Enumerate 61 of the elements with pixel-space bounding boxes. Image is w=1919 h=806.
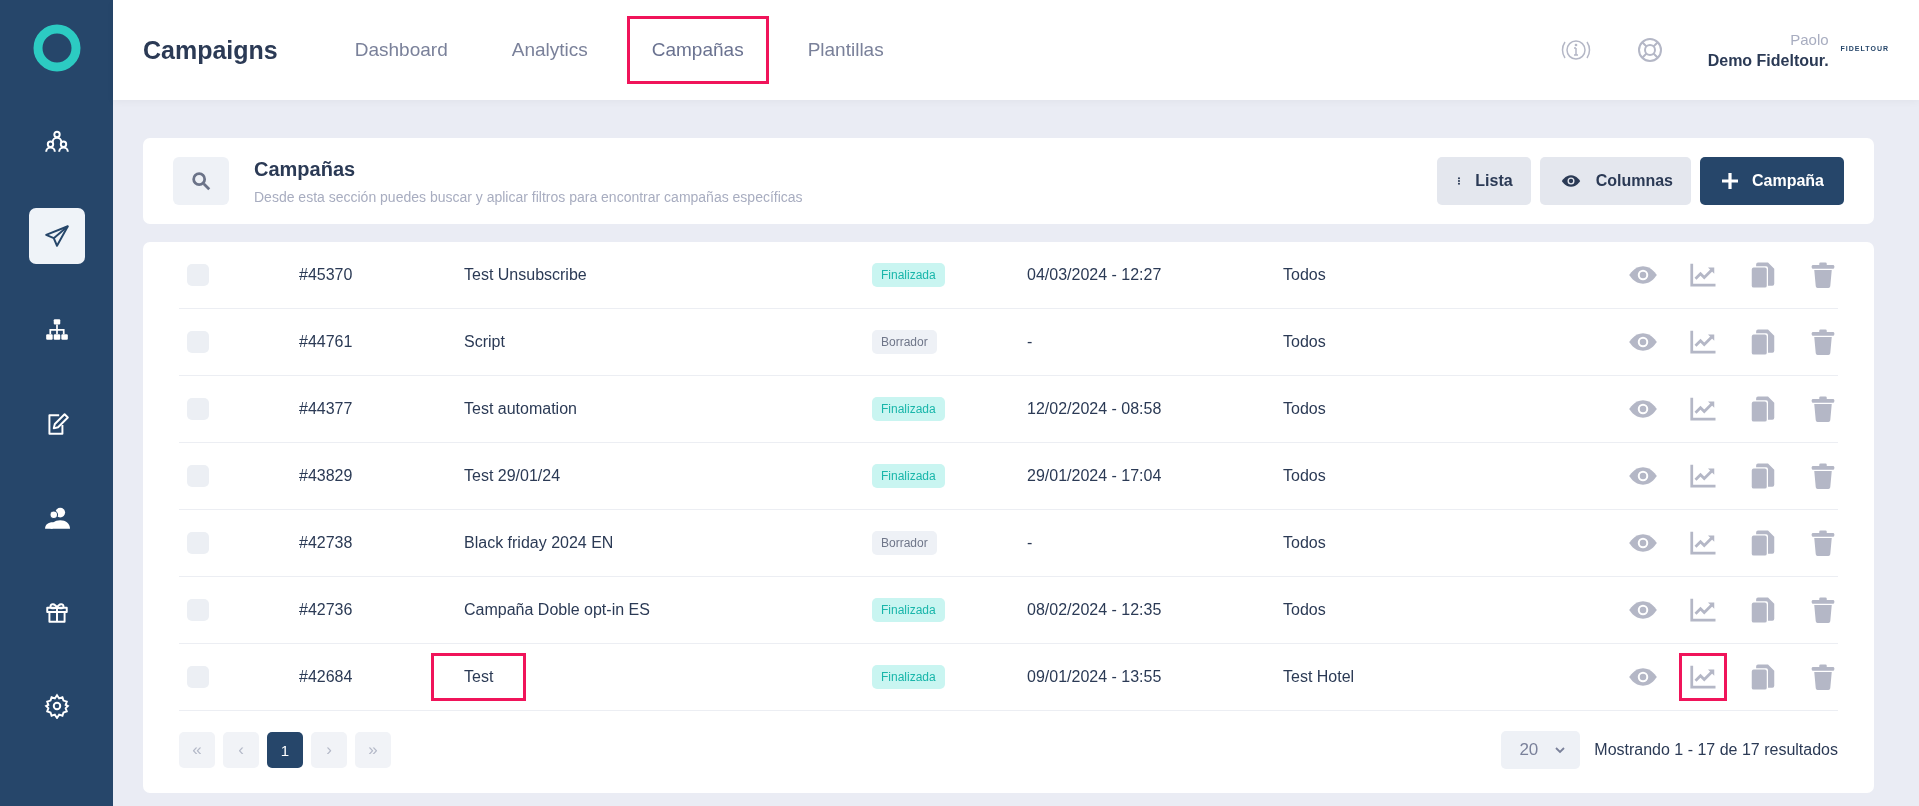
campaign-name: Test automation (463, 399, 578, 419)
status-badge: Finalizada (872, 397, 945, 421)
audience-label: Todos (1283, 534, 1326, 552)
new-campaign-button[interactable]: Campaña (1699, 157, 1844, 205)
page-button[interactable]: 1 (267, 732, 303, 768)
campaign-date: 08/02/2024 - 12:35 (1027, 601, 1162, 619)
status-badge: Finalizada (872, 263, 945, 287)
section-title: Campañas (254, 157, 357, 181)
campaign-name: Campaña Doble opt-in ES (463, 600, 651, 620)
status-badge: Borrador (872, 531, 937, 555)
users-icon (43, 505, 70, 531)
search-button[interactable] (173, 157, 229, 205)
user-name: Paolo (1790, 30, 1829, 48)
status-badge: Borrador (872, 330, 937, 354)
results-summary: Mostrando 1 - 17 de 17 resultados (1594, 741, 1838, 759)
paper-plane-icon (43, 223, 70, 249)
campaign-id: #45370 (299, 266, 353, 284)
campaign-date: 12/02/2024 - 08:58 (1027, 400, 1162, 418)
settings-icon (43, 693, 70, 719)
audience-label: Todos (1283, 266, 1326, 284)
nav-tab[interactable]: Dashboard (329, 16, 473, 84)
chevron-down-icon (1554, 744, 1567, 756)
nav-tab[interactable]: Plantillas (782, 16, 909, 84)
campaign-date: 09/01/2024 - 13:55 (1027, 668, 1162, 686)
campaign-name: Test 29/01/24 (463, 466, 562, 486)
page-size-select[interactable]: 20 (1501, 731, 1581, 769)
list-button[interactable]: Lista (1437, 157, 1531, 205)
page-title: Campaigns (143, 35, 278, 65)
campaign-name: Test Unsubscribe (463, 265, 588, 285)
nav-tab[interactable]: Campañas (626, 16, 769, 84)
campaign-date: - (1027, 534, 1033, 552)
audience-label: Todos (1283, 601, 1326, 619)
campaign-name: Test (431, 653, 527, 701)
status-badge: Finalizada (872, 598, 945, 622)
campaign-date: 29/01/2024 - 17:04 (1027, 467, 1162, 485)
campaign-date: 04/03/2024 - 12:27 (1027, 266, 1162, 284)
audience-label: Todos (1283, 400, 1326, 418)
campaign-id: #44761 (299, 333, 353, 351)
audience-label: Test Hotel (1283, 668, 1355, 686)
campaign-id: #42684 (299, 668, 353, 686)
campaign-name: Script (463, 332, 506, 352)
campaign-id: #44377 (299, 400, 353, 418)
people-group-icon (43, 129, 70, 155)
campaign-date: - (1027, 333, 1033, 351)
nav-tab[interactable]: Analytics (486, 16, 613, 84)
status-badge: Finalizada (872, 665, 945, 689)
search-icon (190, 170, 212, 192)
account-name: Demo Fideltour. (1707, 51, 1829, 70)
campaign-name: Black friday 2024 EN (463, 533, 615, 553)
columns-button[interactable]: Columnas (1539, 157, 1691, 205)
campaign-id: #43829 (299, 467, 353, 485)
audience-label: Todos (1283, 333, 1326, 351)
audience-label: Todos (1283, 467, 1326, 485)
sidebar-item[interactable] (28, 208, 85, 264)
chart-icon[interactable] (1679, 653, 1727, 701)
status-badge: Finalizada (872, 464, 945, 488)
hierarchy-icon (43, 317, 70, 343)
campaign-id: #42738 (299, 534, 353, 552)
section-description: Desde esta sección puedes buscar y aplicar filtros para encontrar campañas específicas (254, 188, 803, 205)
plus-icon (1719, 171, 1740, 191)
campaign-id: #42736 (299, 601, 353, 619)
